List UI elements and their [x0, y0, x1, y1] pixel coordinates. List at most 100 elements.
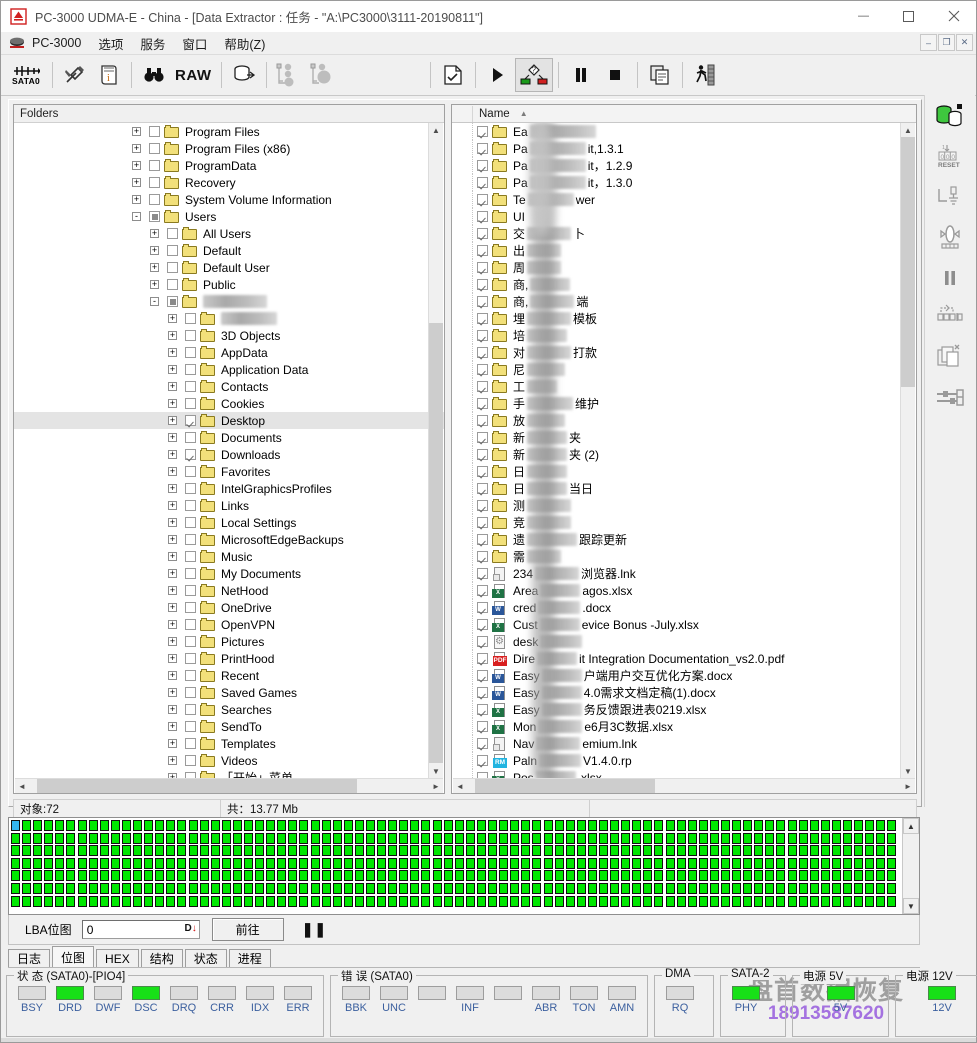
lba-cell[interactable] — [488, 857, 498, 869]
walking-man-icon-button[interactable] — [688, 58, 722, 92]
lba-cell[interactable] — [255, 895, 265, 907]
file-checkbox[interactable] — [477, 517, 488, 528]
lba-cell[interactable] — [210, 820, 220, 831]
lba-cell[interactable] — [687, 832, 697, 844]
lba-cell[interactable] — [321, 857, 331, 869]
lba-cell[interactable] — [11, 882, 20, 894]
lba-cell[interactable] — [565, 832, 575, 844]
lba-cell[interactable] — [377, 870, 387, 882]
lba-cell[interactable] — [332, 845, 342, 857]
file-list-row[interactable]: 出 — [452, 242, 901, 259]
lba-cell[interactable] — [843, 882, 853, 894]
tree-checkbox[interactable] — [185, 721, 196, 732]
lba-cell[interactable] — [88, 857, 98, 869]
lba-cell[interactable] — [865, 882, 875, 894]
file-checkbox[interactable] — [477, 381, 488, 392]
tree-item[interactable]: + Recovery — [14, 174, 444, 191]
lba-cell[interactable] — [887, 832, 897, 844]
lba-cell[interactable] — [410, 882, 420, 894]
lba-cell[interactable] — [232, 895, 242, 907]
lba-cell[interactable] — [388, 882, 398, 894]
lba-cell[interactable] — [221, 832, 231, 844]
lba-cell[interactable] — [499, 857, 509, 869]
lba-cell[interactable] — [510, 820, 520, 831]
lba-cell[interactable] — [110, 845, 120, 857]
lba-cell[interactable] — [754, 870, 764, 882]
lba-cell[interactable] — [632, 857, 642, 869]
lba-cell[interactable] — [144, 895, 154, 907]
tree-item[interactable]: + Recent — [14, 667, 444, 684]
lba-map-scrollbar[interactable]: ▲ ▼ — [902, 818, 919, 914]
scroll-down-arrow-icon[interactable]: ▼ — [901, 764, 915, 778]
lba-cell[interactable] — [887, 882, 897, 894]
lba-cell[interactable] — [288, 820, 298, 831]
tree-expander-icon[interactable]: + — [168, 416, 177, 425]
lba-cell[interactable] — [321, 820, 331, 831]
lba-cell[interactable] — [576, 845, 586, 857]
lba-cell[interactable] — [22, 832, 32, 844]
lba-cell[interactable] — [632, 832, 642, 844]
scroll-right-arrow-icon[interactable]: ► — [429, 779, 443, 793]
lba-cell[interactable] — [488, 845, 498, 857]
lba-cell[interactable] — [754, 832, 764, 844]
lba-cell[interactable] — [532, 820, 542, 831]
lba-cell[interactable] — [543, 845, 553, 857]
lba-cell[interactable] — [177, 832, 187, 844]
lba-cell[interactable] — [110, 882, 120, 894]
lba-cell[interactable] — [66, 870, 76, 882]
tree-expander-icon[interactable]: + — [168, 603, 177, 612]
lba-cell[interactable] — [521, 895, 531, 907]
file-checkbox[interactable] — [477, 398, 488, 409]
lba-cell[interactable] — [854, 882, 864, 894]
file-list-row[interactable]: W Easy 户端用户交互优化方案.docx — [452, 667, 901, 684]
tree-item[interactable]: + Links — [14, 497, 444, 514]
lba-cell[interactable] — [598, 882, 608, 894]
lba-cell[interactable] — [554, 845, 564, 857]
lba-cell[interactable] — [255, 832, 265, 844]
tree-expander-icon[interactable]: + — [168, 705, 177, 714]
mdi-close-button[interactable]: ✕ — [956, 34, 973, 51]
lba-cell[interactable] — [654, 845, 664, 857]
lba-cell[interactable] — [532, 895, 542, 907]
copy-multi-icon-button[interactable] — [929, 339, 971, 377]
lba-cell[interactable] — [865, 820, 875, 831]
lba-cell[interactable] — [299, 870, 309, 882]
lba-cell[interactable] — [77, 820, 87, 831]
tree-expander-icon[interactable]: + — [168, 739, 177, 748]
lba-cell[interactable] — [144, 857, 154, 869]
lba-cell[interactable] — [354, 820, 364, 831]
lba-cell[interactable] — [232, 870, 242, 882]
lba-cell[interactable] — [754, 895, 764, 907]
lba-cell[interactable] — [854, 895, 864, 907]
lba-cell[interactable] — [99, 820, 109, 831]
lba-cell[interactable] — [465, 832, 475, 844]
tree-checkbox[interactable] — [185, 466, 196, 477]
tree-expander-icon[interactable]: + — [150, 280, 159, 289]
scroll-right-arrow-icon[interactable]: ► — [901, 779, 915, 793]
tree-checkbox[interactable] — [185, 602, 196, 613]
tab-HEX[interactable]: HEX — [96, 949, 139, 967]
lba-cell[interactable] — [166, 820, 176, 831]
lba-cell[interactable] — [676, 870, 686, 882]
lba-cell[interactable] — [243, 870, 253, 882]
lba-cell[interactable] — [354, 895, 364, 907]
lba-cell[interactable] — [310, 832, 320, 844]
lba-cell[interactable] — [632, 820, 642, 831]
lba-cell[interactable] — [598, 857, 608, 869]
lba-cell[interactable] — [321, 895, 331, 907]
lba-cell[interactable] — [243, 845, 253, 857]
lba-cell[interactable] — [598, 820, 608, 831]
file-checkbox[interactable] — [477, 194, 488, 205]
lba-cell[interactable] — [887, 845, 897, 857]
lba-cell[interactable] — [476, 870, 486, 882]
lba-cell[interactable] — [155, 857, 165, 869]
lba-cell[interactable] — [266, 845, 276, 857]
file-checkbox[interactable] — [477, 670, 488, 681]
mdi-minimize-button[interactable]: – — [920, 34, 937, 51]
tab-状态[interactable]: 状态 — [184, 949, 227, 967]
lba-cell[interactable] — [299, 882, 309, 894]
mdi-restore-button[interactable]: ❐ — [938, 34, 955, 51]
lba-cell[interactable] — [44, 870, 54, 882]
lba-cell[interactable] — [698, 820, 708, 831]
lba-cell[interactable] — [643, 857, 653, 869]
